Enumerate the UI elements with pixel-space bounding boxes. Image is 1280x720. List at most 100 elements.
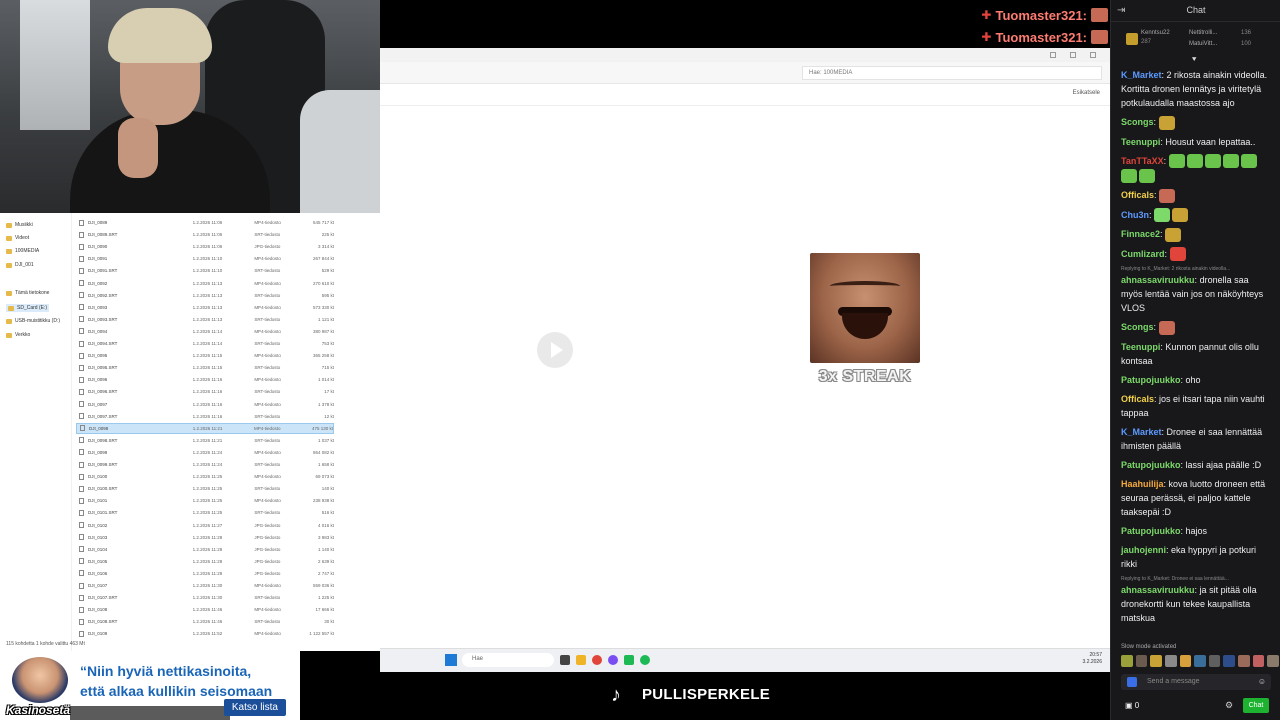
file-row[interactable]: DJI_0098.SRT 1.2.2026 11:21 SRT-tiedosto 1 …: [76, 435, 334, 446]
file-row[interactable]: DJI_0100.SRT 1.2.2026 11:25 SRT-tiedosto 14…: [76, 483, 334, 494]
chat-message[interactable]: K_Market: Dronee ei saa lennättää ihmist…: [1121, 425, 1271, 453]
nav-item[interactable]: 100MEDIA: [6, 248, 39, 254]
emote-icon[interactable]: [1135, 655, 1148, 667]
file-row[interactable]: DJI_0092.SRT 1.2.2026 11:13 SRT-tiedosto 59…: [76, 290, 334, 301]
file-row[interactable]: DJI_0100 1.2.2026 11:25 MP4-tiedosto 69 073…: [76, 471, 334, 482]
play-icon[interactable]: [537, 332, 573, 368]
chat-message[interactable]: Officals: jos ei itsari tapa niin vauhti…: [1121, 392, 1271, 420]
chat-message[interactable]: ahnassaviruukku: dronella saa myös lentä…: [1121, 273, 1271, 315]
maximize-icon[interactable]: [1070, 52, 1076, 58]
emote-icon[interactable]: [1164, 655, 1177, 667]
file-row[interactable]: DJI_0109 1.2.2026 11:52 MP4-tiedosto 1 122 …: [76, 628, 334, 639]
file-row[interactable]: DJI_0093 1.2.2026 11:13 MP4-tiedosto 573 33…: [76, 302, 334, 313]
chat-username[interactable]: Teenuppi: [1121, 342, 1160, 352]
chat-message[interactable]: Officals:: [1121, 188, 1271, 203]
file-row[interactable]: DJI_0097 1.2.2026 11:16 MP4-tiedosto 1 378 …: [76, 399, 334, 410]
chat-username[interactable]: Teenuppi: [1121, 137, 1160, 147]
file-row[interactable]: DJI_0089 1.2.2026 11:06 MP4-tiedosto 545 71…: [76, 217, 334, 228]
expand-pinned-icon[interactable]: ⯆: [1191, 55, 1197, 65]
chat-username[interactable]: Officals: [1121, 190, 1154, 200]
chat-username[interactable]: Scongs: [1121, 117, 1154, 127]
emote-icon[interactable]: [1238, 655, 1250, 667]
file-row[interactable]: DJI_0107.SRT 1.2.2026 11:30 SRT-tiedosto 1 …: [76, 592, 334, 603]
chat-username[interactable]: Scongs: [1121, 322, 1154, 332]
chat-input[interactable]: Send a message ☺: [1121, 674, 1271, 690]
chat-username[interactable]: Cumlizard: [1121, 249, 1165, 259]
nav-item[interactable]: Musiikki: [6, 222, 33, 228]
file-row[interactable]: DJI_0107 1.2.2026 11:30 MP4-tiedosto 559 03…: [76, 580, 334, 591]
nav-item[interactable]: DJI_001: [6, 262, 34, 268]
chat-message[interactable]: Cumlizard:: [1121, 247, 1271, 262]
minimize-icon[interactable]: [1050, 52, 1056, 58]
chat-username[interactable]: K_Market: [1121, 427, 1162, 437]
search-input[interactable]: Hae: 100MEDIA: [802, 66, 1102, 80]
chat-username[interactable]: Patupojuukko: [1121, 526, 1181, 536]
file-row[interactable]: DJI_0095 1.2.2026 11:15 MP4-tiedosto 365 25…: [76, 350, 334, 361]
file-row[interactable]: DJI_0096 1.2.2026 11:16 MP4-tiedosto 1 014 …: [76, 374, 334, 385]
chat-message[interactable]: Patupojuukko: hajos: [1121, 524, 1271, 538]
task-view-icon[interactable]: [560, 655, 570, 665]
chat-message[interactable]: jauhojenni: eka hyppyri ja potkuri rikki: [1121, 543, 1271, 571]
file-row[interactable]: DJI_0091.SRT 1.2.2026 11:10 SRT-tiedosto 52…: [76, 265, 334, 276]
nav-item[interactable]: Tämä tietokone: [6, 290, 49, 296]
windows-start-icon[interactable]: [445, 654, 457, 666]
chat-username[interactable]: Finnace2: [1121, 229, 1160, 239]
browser-icon[interactable]: [592, 655, 602, 665]
file-row[interactable]: DJI_0106 1.2.2026 11:28 JPG-tiedosto 2 747 …: [76, 568, 334, 579]
emote-picker-icon[interactable]: ☺: [1258, 677, 1266, 686]
chat-message[interactable]: ahnassaviruukku: ja sit pitää olla drone…: [1121, 583, 1271, 625]
file-row[interactable]: DJI_0095.SRT 1.2.2026 11:15 SRT-tiedosto 71…: [76, 362, 334, 373]
emote-icon[interactable]: [1150, 655, 1162, 667]
file-explorer-icon[interactable]: [576, 655, 586, 665]
ad-banner[interactable]: Kasinosetä “Niin hyviä nettikasinoita, e…: [0, 651, 300, 720]
chat-username[interactable]: ahnassaviruukku: [1121, 275, 1195, 285]
file-row[interactable]: DJI_0108 1.2.2026 11:46 MP4-tiedosto 17 666…: [76, 604, 334, 615]
chat-message[interactable]: K_Market: 2 rikosta ainakin videolla. Ko…: [1121, 68, 1271, 110]
emote-icon[interactable]: [1194, 655, 1206, 667]
emote-icon[interactable]: [1223, 655, 1236, 667]
chat-message[interactable]: Teenuppi: Kunnon pannut olis ollu kontsa…: [1121, 340, 1271, 368]
chat-username[interactable]: jauhojenni: [1121, 545, 1166, 555]
file-row[interactable]: DJI_0099 1.2.2026 11:24 MP4-tiedosto 864 08…: [76, 447, 334, 458]
file-row[interactable]: DJI_0105 1.2.2026 11:28 JPG-tiedosto 2 639 …: [76, 556, 334, 567]
chat-message[interactable]: Teenuppi: Housut vaan lepattaa..: [1121, 135, 1271, 149]
chat-message[interactable]: TanTTaXX:: [1121, 154, 1271, 183]
file-row[interactable]: DJI_0098 1.2.2026 11:21 MP4-tiedosto 475 13…: [76, 422, 334, 434]
app-icon[interactable]: [624, 655, 634, 665]
file-row[interactable]: DJI_0101.SRT 1.2.2026 11:25 SRT-tiedosto 51…: [76, 507, 334, 518]
chat-send-button[interactable]: Chat: [1243, 698, 1269, 713]
chat-username[interactable]: TanTTaXX: [1121, 156, 1164, 166]
file-row[interactable]: DJI_0093.SRT 1.2.2026 11:13 SRT-tiedosto 1 …: [76, 314, 334, 325]
file-row[interactable]: DJI_0101 1.2.2026 11:25 MP4-tiedosto 238 93…: [76, 495, 334, 506]
spotify-icon[interactable]: [640, 655, 650, 665]
taskbar-search[interactable]: Hae: [462, 653, 554, 667]
chat-username[interactable]: Chu3n: [1121, 210, 1149, 220]
file-row[interactable]: DJI_0096.SRT 1.2.2026 11:16 SRT-tiedosto 17…: [76, 386, 334, 397]
nav-item[interactable]: USB-muistitikku (D:): [6, 318, 60, 324]
emote-icon[interactable]: [1121, 655, 1133, 667]
chat-message[interactable]: Scongs:: [1121, 115, 1271, 130]
file-row[interactable]: DJI_0091 1.2.2026 11:10 MP4-tiedosto 267 84…: [76, 253, 334, 264]
chat-message[interactable]: Patupojuukko: lassi ajaa päälle :D: [1121, 458, 1271, 472]
nav-item[interactable]: Videot: [6, 235, 29, 241]
emote-icon[interactable]: [1208, 655, 1221, 667]
chat-message[interactable]: Patupojuukko: oho: [1121, 373, 1271, 387]
preview-toggle[interactable]: Esikatsele: [1073, 90, 1100, 96]
file-row[interactable]: DJI_0090 1.2.2026 11:06 JPG-tiedosto 3 314 …: [76, 241, 334, 252]
file-row[interactable]: DJI_0089.SRT 1.2.2026 11:06 SRT-tiedosto 22…: [76, 229, 334, 240]
taskbar-clock[interactable]: 20:57 3.2.2026: [1083, 652, 1102, 666]
file-row[interactable]: DJI_0099.SRT 1.2.2026 11:24 SRT-tiedosto 1 …: [76, 459, 334, 470]
ad-cta-button[interactable]: Katso lista: [223, 699, 286, 716]
chat-username[interactable]: K_Market: [1121, 70, 1162, 80]
chat-message[interactable]: Haahuilija: kova luotto droneen että seu…: [1121, 477, 1271, 519]
bits-icon[interactable]: [1127, 677, 1137, 687]
nav-item[interactable]: SD_Card (E:): [6, 304, 50, 312]
file-row[interactable]: DJI_0104 1.2.2026 11:28 JPG-tiedosto 1 140 …: [76, 544, 334, 555]
messenger-icon[interactable]: [608, 655, 618, 665]
file-row[interactable]: DJI_0103 1.2.2026 11:28 JPG-tiedosto 3 983 …: [76, 532, 334, 543]
chat-username[interactable]: Patupojuukko: [1121, 460, 1181, 470]
channel-points[interactable]: ▣ 0: [1125, 701, 1139, 710]
chat-username[interactable]: Patupojuukko: [1121, 375, 1181, 385]
file-row[interactable]: DJI_0094.SRT 1.2.2026 11:14 SRT-tiedosto 75…: [76, 338, 334, 349]
emote-icon[interactable]: [1252, 655, 1265, 667]
